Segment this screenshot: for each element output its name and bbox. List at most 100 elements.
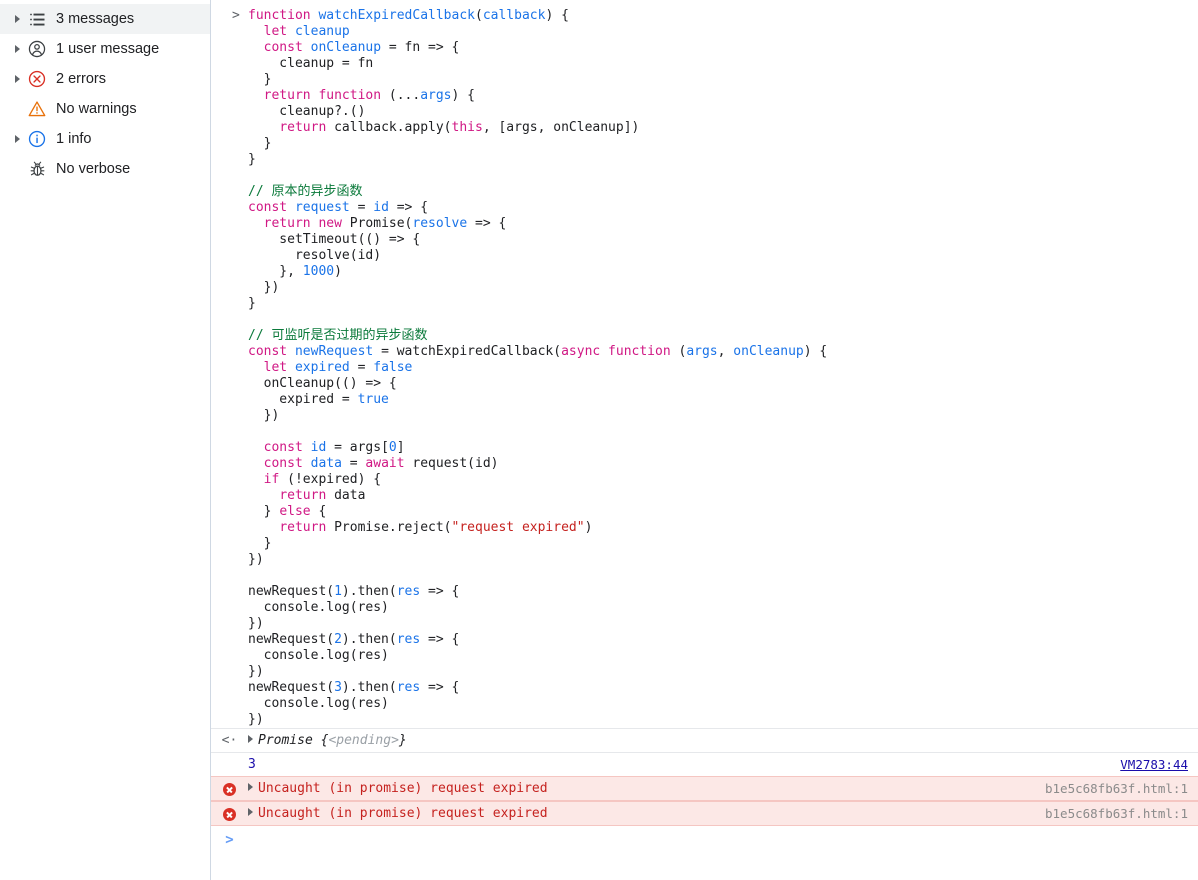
bug-icon	[24, 161, 50, 178]
chevron-right-icon[interactable]	[10, 135, 24, 143]
code-token: cleanup = fn	[248, 56, 374, 71]
console-results: <· Promise {<pending>} 3 VM2783:44 Uncaught …	[211, 728, 1198, 826]
code-token: )	[584, 520, 593, 535]
sidebar-item-verbose[interactable]: No verbose	[0, 154, 210, 184]
sidebar-item-label: 1 info	[56, 131, 92, 147]
console-error-row[interactable]: Uncaught (in promise) request expired b1e…	[211, 776, 1198, 801]
code-token: => {	[467, 216, 507, 231]
chevron-right-icon[interactable]	[248, 783, 253, 791]
code-token: const	[263, 456, 303, 471]
code-token: "request expired"	[451, 520, 585, 535]
console-output-area[interactable]: > function watchExpiredCallback(callback…	[211, 0, 1198, 880]
console-error-row[interactable]: Uncaught (in promise) request expired b1e…	[211, 801, 1198, 826]
chevron-right-icon[interactable]	[10, 15, 24, 23]
chevron-right-icon[interactable]	[10, 75, 24, 83]
code-token: => {	[420, 680, 460, 695]
code-token: setTimeout(() => {	[248, 232, 421, 247]
code-token: async function	[561, 344, 671, 359]
info-icon	[24, 130, 50, 148]
code-token: if	[263, 472, 280, 487]
code-token: watchExpiredCallback	[318, 8, 475, 23]
result-text: Uncaught (in promise) request expired	[248, 780, 1045, 797]
row-marker	[211, 756, 248, 757]
code-token: data	[326, 488, 366, 503]
code-token: resolve(id)	[248, 248, 382, 263]
source-location[interactable]: b1e5c68fb63f.html:1	[1045, 805, 1198, 822]
code-token: newRequest(	[248, 632, 335, 647]
code-token: const	[248, 344, 288, 359]
error-icon	[24, 70, 50, 88]
sidebar-item-warnings[interactable]: No warnings	[0, 94, 210, 124]
code-token: callback.apply(	[326, 120, 452, 135]
code-token: console.log(res)	[248, 600, 389, 615]
code-token: onCleanup(() => {	[248, 376, 397, 391]
error-badge-icon	[223, 783, 236, 796]
code-token: data	[310, 456, 342, 471]
code-token: 0	[388, 440, 397, 455]
code-token: =	[349, 200, 374, 215]
code-token: = args[	[326, 440, 389, 455]
sidebar-item-label: 3 messages	[56, 11, 135, 27]
code-token: res	[396, 584, 421, 599]
code-token: ,	[717, 344, 734, 359]
console-prompt-row[interactable]: >	[211, 826, 1198, 850]
result-message: 3	[248, 757, 256, 772]
sidebar-item-info[interactable]: 1 info	[0, 124, 210, 154]
result-text: 3	[248, 756, 1120, 773]
code-token: await	[365, 456, 405, 471]
code-token: })	[248, 552, 264, 567]
code-token: }	[248, 136, 272, 151]
code-token: => {	[420, 584, 460, 599]
pending-state: <pending>	[328, 733, 399, 748]
code-token: id	[310, 440, 327, 455]
code-token: Promise.reject(	[326, 520, 452, 535]
code-token: }	[248, 504, 280, 519]
code-token: else	[279, 504, 311, 519]
value-name: Promise	[258, 733, 321, 748]
code-token: return	[279, 520, 327, 535]
code-token: {	[310, 504, 327, 519]
console-input-entry: > function watchExpiredCallback(callback…	[211, 0, 1198, 728]
code-token: newRequest	[294, 344, 374, 359]
code-token: return new	[263, 216, 342, 231]
code-token: resolve	[412, 216, 468, 231]
chevron-right-icon[interactable]	[248, 735, 253, 743]
source-link[interactable]: VM2783:44	[1120, 756, 1198, 773]
code-token: (...	[381, 88, 421, 103]
code-token: return	[279, 120, 327, 135]
code-token: })	[248, 616, 264, 631]
code-token: ).then(	[341, 584, 397, 599]
sidebar-item-user-message[interactable]: 1 user message	[0, 34, 210, 64]
error-badge-icon	[211, 805, 248, 821]
code-token: 2	[334, 632, 342, 647]
console-log-row[interactable]: 3 VM2783:44	[211, 752, 1198, 776]
chevron-right-icon[interactable]	[248, 808, 253, 816]
code-token: ) {	[803, 344, 828, 359]
source-location[interactable]: b1e5c68fb63f.html:1	[1045, 780, 1198, 797]
code-token: true	[357, 392, 389, 407]
code-token: 1000	[302, 264, 335, 279]
sidebar-item-messages[interactable]: 3 messages	[0, 4, 210, 34]
code-token: // 可监听是否过期的异步函数	[248, 328, 428, 343]
code-token: Promise(	[341, 216, 413, 231]
code-token: callback	[482, 8, 546, 23]
console-sidebar: 3 messages 1 user message 2 errors No wa…	[0, 0, 211, 880]
code-token: newRequest(	[248, 584, 335, 599]
code-token: (	[670, 344, 687, 359]
code-token: },	[248, 264, 303, 279]
console-return-row[interactable]: <· Promise {<pending>}	[211, 728, 1198, 752]
code-token: ).then(	[341, 680, 397, 695]
user-icon	[24, 40, 50, 58]
chevron-right-icon[interactable]	[10, 45, 24, 53]
code-token: const	[248, 200, 288, 215]
sidebar-item-errors[interactable]: 2 errors	[0, 64, 210, 94]
code-token: ]	[396, 440, 405, 455]
result-text: Promise {<pending>}	[248, 732, 1198, 749]
